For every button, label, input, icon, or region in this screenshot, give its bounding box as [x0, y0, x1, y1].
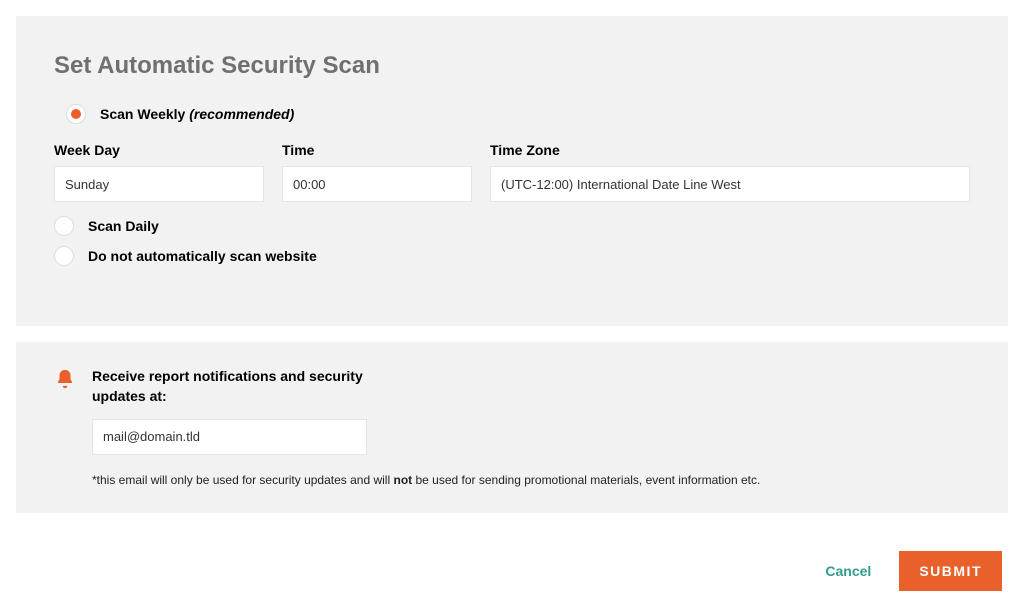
radio-scan-weekly[interactable]: Scan Weekly (recommended)	[66, 104, 970, 124]
radio-daily-label: Scan Daily	[88, 218, 159, 234]
weekday-label: Week Day	[54, 142, 264, 158]
submit-button[interactable]: SUBMIT	[899, 551, 1002, 591]
radio-weekly-label: Scan Weekly (recommended)	[100, 106, 294, 122]
radio-icon	[54, 216, 74, 236]
bell-icon	[54, 368, 76, 390]
radio-none-label: Do not automatically scan website	[88, 248, 317, 264]
notification-title: Receive report notifications and securit…	[92, 366, 392, 407]
disclaimer-text: *this email will only be used for securi…	[92, 473, 970, 487]
radio-icon	[66, 104, 86, 124]
radio-scan-daily[interactable]: Scan Daily	[54, 216, 970, 236]
time-select[interactable]: 00:00	[282, 166, 472, 202]
notification-panel: Receive report notifications and securit…	[16, 342, 1008, 513]
radio-icon	[54, 246, 74, 266]
timezone-select[interactable]: (UTC-12:00) International Date Line West	[490, 166, 970, 202]
scan-schedule-panel: Set Automatic Security Scan Scan Weekly …	[16, 16, 1008, 326]
cancel-button[interactable]: Cancel	[825, 563, 871, 579]
schedule-fields: Week Day Sunday Time 00:00 Time Zone (UT…	[54, 142, 970, 202]
radio-no-scan[interactable]: Do not automatically scan website	[54, 246, 970, 266]
weekday-select[interactable]: Sunday	[54, 166, 264, 202]
email-field[interactable]: mail@domain.tld	[92, 419, 367, 455]
page-title: Set Automatic Security Scan	[54, 52, 970, 80]
footer-actions: Cancel SUBMIT	[0, 513, 1024, 607]
timezone-label: Time Zone	[490, 142, 970, 158]
time-label: Time	[282, 142, 472, 158]
